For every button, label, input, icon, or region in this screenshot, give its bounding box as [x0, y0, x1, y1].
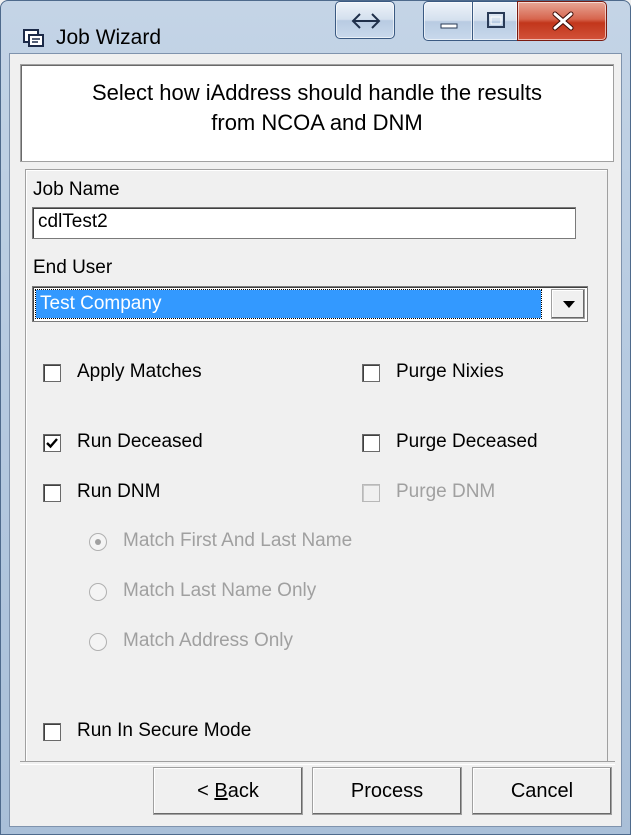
purge-dnm-label[interactable]: Purge DNM: [396, 481, 495, 503]
secure-mode-label[interactable]: Run In Secure Mode: [77, 720, 251, 742]
run-dnm-checkbox[interactable]: [43, 484, 61, 502]
apply-matches-label[interactable]: Apply Matches: [77, 361, 202, 383]
maximize-button[interactable]: [472, 1, 518, 41]
job-name-input[interactable]: cdlTest2: [32, 207, 576, 239]
instruction-line-1: Select how iAddress should handle the re…: [91, 80, 543, 105]
back-prefix: <: [197, 780, 215, 802]
instruction-panel: Select how iAddress should handle the re…: [20, 64, 614, 162]
dropdown-button[interactable]: [551, 289, 585, 319]
job-wizard-app-icon[interactable]: [23, 28, 45, 48]
purge-dnm-checkbox[interactable]: [362, 484, 380, 502]
match-first-last-radio[interactable]: [89, 533, 107, 551]
run-deceased-label[interactable]: Run Deceased: [77, 431, 203, 453]
run-deceased-checkbox[interactable]: [43, 434, 61, 452]
match-address-label[interactable]: Match Address Only: [123, 630, 293, 652]
cancel-button[interactable]: Cancel: [472, 767, 612, 815]
match-first-last-label[interactable]: Match First And Last Name: [123, 530, 352, 552]
button-separator: [20, 761, 615, 765]
purge-nixies-checkbox[interactable]: [362, 364, 380, 382]
end-user-selected[interactable]: Test Company: [35, 289, 542, 319]
match-address-radio[interactable]: [89, 633, 107, 651]
window-frame: Job Wizard Select how iAddress should ha…: [0, 0, 631, 835]
back-button[interactable]: < Back: [153, 767, 303, 815]
back-rest: ack: [227, 780, 259, 802]
end-user-dropdown[interactable]: Test Company: [32, 286, 588, 322]
close-button[interactable]: [517, 1, 607, 41]
apply-matches-checkbox[interactable]: [43, 364, 61, 382]
purge-deceased-label[interactable]: Purge Deceased: [396, 431, 538, 453]
purge-deceased-checkbox[interactable]: [362, 434, 380, 452]
run-dnm-label[interactable]: Run DNM: [77, 481, 160, 503]
back-mnemonic: B: [214, 780, 228, 802]
radio-selected-dot: [95, 539, 101, 545]
instruction-line-2: from NCOA and DNM: [211, 110, 423, 135]
match-last-name-label[interactable]: Match Last Name Only: [123, 580, 316, 602]
end-user-label: End User: [33, 257, 113, 278]
wizard-client-area: Select how iAddress should handle the re…: [9, 53, 622, 827]
secure-mode-checkbox[interactable]: [43, 723, 61, 741]
window-title: Job Wizard: [56, 26, 162, 49]
match-last-name-radio[interactable]: [89, 583, 107, 601]
minimize-button[interactable]: [423, 1, 473, 41]
job-name-label: Job Name: [33, 179, 120, 200]
purge-nixies-label[interactable]: Purge Nixies: [396, 361, 504, 383]
options-group: [25, 169, 608, 762]
resize-button[interactable]: [335, 1, 395, 39]
process-button[interactable]: Process: [312, 767, 462, 815]
